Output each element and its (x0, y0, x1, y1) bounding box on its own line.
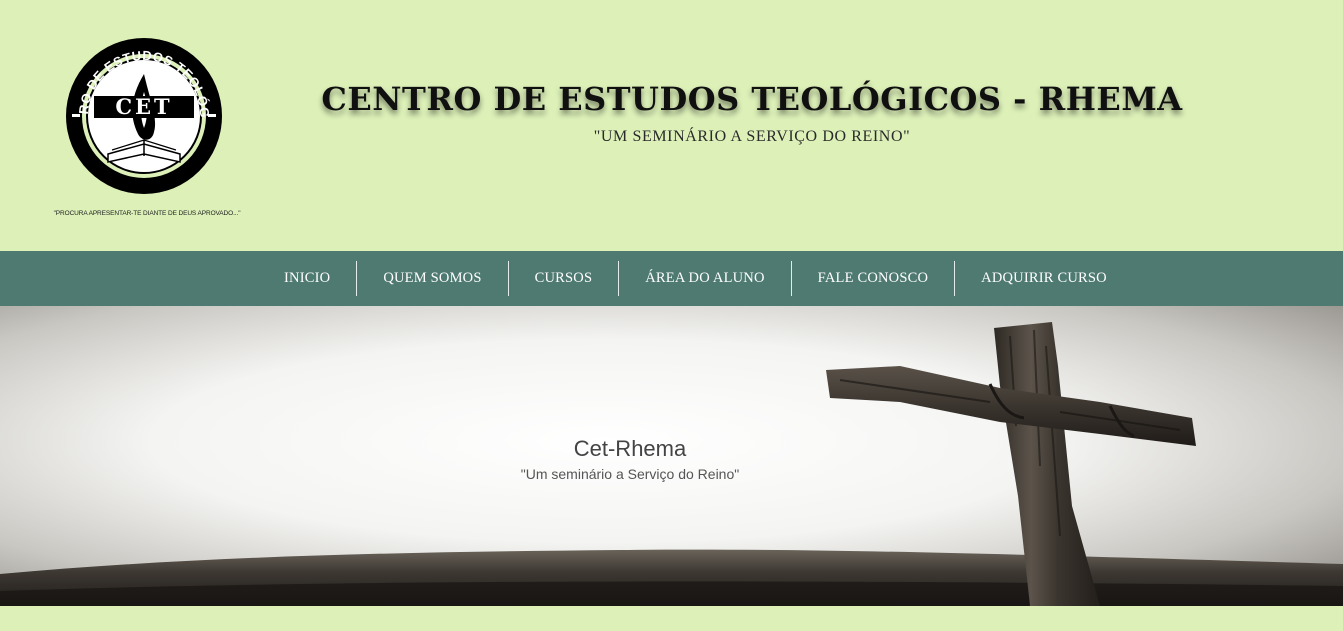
logo-tagline: "PROCURA APRESENTAR-TE DIANTE DE DEUS AP… (53, 210, 241, 217)
hero-banner: Cet-Rhema "Um seminário a Serviço do Rei… (0, 306, 1343, 606)
site-subtitle: "UM SEMINÁRIO A SERVIÇO DO REINO" (593, 128, 911, 145)
nav-item-quem-somos[interactable]: QUEM SOMOS (357, 261, 509, 296)
main-navigation: INICIO QUEM SOMOS CURSOS ÁREA DO ALUNO F… (0, 251, 1343, 306)
nav-item-inicio[interactable]: INICIO (258, 261, 358, 296)
logo-center-text: CET (115, 94, 172, 119)
site-header: CENTRO DE ESTUDOS TEOLÓGICOS Rhema CET (0, 0, 1343, 251)
nav-item-fale-conosco[interactable]: FALE CONOSCO (792, 261, 956, 296)
site-title: CENTRO DE ESTUDOS TEOLÓGICOS - RHEMA (321, 80, 1183, 118)
page: CENTRO DE ESTUDOS TEOLÓGICOS Rhema CET (0, 0, 1343, 631)
nav-item-cursos[interactable]: CURSOS (509, 261, 620, 296)
nav-item-adquirir-curso[interactable]: ADQUIRIR CURSO (955, 261, 1133, 296)
hero-title: Cet-Rhema (573, 436, 687, 461)
nav-item-area-do-aluno[interactable]: ÁREA DO ALUNO (619, 261, 792, 296)
hero-subtitle: "Um seminário a Serviço do Reino" (520, 466, 740, 482)
footer-band (0, 606, 1343, 631)
logo-emblem-icon: CENTRO DE ESTUDOS TEOLÓGICOS Rhema CET (62, 34, 222, 194)
nav-items: INICIO QUEM SOMOS CURSOS ÁREA DO ALUNO F… (258, 261, 1133, 296)
site-logo[interactable]: CENTRO DE ESTUDOS TEOLÓGICOS Rhema CET (62, 34, 226, 198)
